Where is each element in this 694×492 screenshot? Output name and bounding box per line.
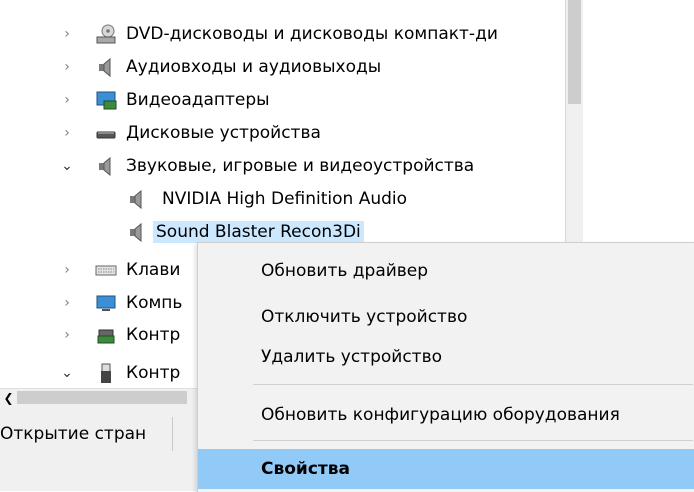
display-adapter-icon [95,89,117,111]
tree-item-label: Аудиовходы и аудиовыходы [126,56,382,77]
horizontal-scrollbar-thumb[interactable] [17,391,187,404]
scroll-left-arrow-icon[interactable]: ❮ [0,389,17,406]
chevron-right-icon[interactable]: › [58,326,76,344]
tree-item-label: Sound Blaster Recon3Di [153,220,364,243]
vertical-scrollbar-thumb[interactable] [568,0,581,104]
tree-item-label: Звуковые, игровые и видеоустройства [126,155,475,176]
menu-item-label: Обновить конфигурацию оборудования [261,405,620,425]
chevron-right-icon[interactable]: › [58,261,76,279]
monitor-icon [95,292,117,314]
chevron-right-icon[interactable]: › [58,91,76,109]
menu-item-label: Удалить устройство [261,347,442,367]
menu-item-label: Отключить устройство [261,307,468,327]
chevron-right-icon[interactable]: › [58,58,76,76]
tree-item-label: Компь [126,292,183,313]
chevron-down-icon[interactable]: ⌄ [58,364,76,382]
menu-item-scan-hardware[interactable]: Обновить конфигурацию оборудования [198,397,694,433]
tree-item-label: Дисковые устройства [126,122,321,143]
speaker-icon [95,155,117,177]
menu-item-label: Обновить драйвер [261,261,429,281]
menu-item-update-driver[interactable]: Обновить драйвер [198,253,694,289]
chevron-right-icon[interactable]: › [58,124,76,142]
tree-item-label: Видеоадаптеры [126,89,270,110]
tree-item-label: NVIDIA High Definition Audio [162,188,408,209]
menu-item-properties[interactable]: Свойства [198,449,694,489]
tree-item-label: Контр [126,362,181,383]
disk-drive-icon [95,122,117,144]
menu-item-label: Свойства [261,459,350,479]
tree-item-label: Контр [126,324,181,345]
menu-item-disable-device[interactable]: Отключить устройство [198,299,694,335]
speaker-icon [95,56,117,78]
menu-separator [253,384,693,385]
chevron-right-icon[interactable]: › [58,25,76,43]
tree-item-label: Клави [126,259,181,280]
speaker-icon [126,221,148,243]
menu-item-uninstall-device[interactable]: Удалить устройство [198,339,694,375]
usb-icon [95,362,117,384]
speaker-icon [126,188,148,210]
chevron-right-icon[interactable]: › [58,294,76,312]
context-menu[interactable]: Обновить драйвер Отключить устройство Уд… [197,242,694,492]
chevron-down-icon[interactable]: ⌄ [58,157,76,175]
keyboard-icon [95,259,117,281]
menu-separator [253,440,693,441]
controller-icon [95,324,117,346]
dvd-drive-icon [95,23,117,45]
tree-item-label: DVD-дисководы и дисководы компакт-ди [126,23,498,44]
status-text: Открытие стран [0,417,173,451]
